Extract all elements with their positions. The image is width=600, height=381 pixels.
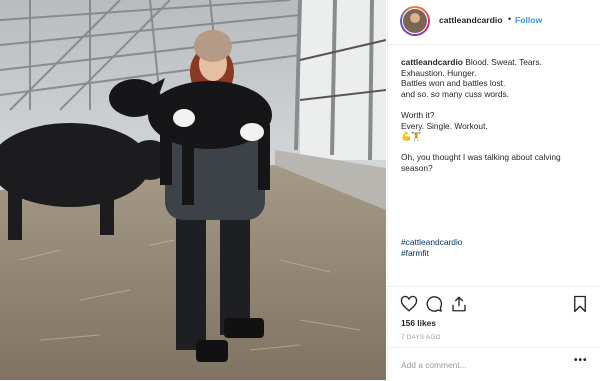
heart-icon[interactable] xyxy=(400,295,418,313)
caption-line: Worth it? xyxy=(401,109,435,120)
caption-line: Every. Single. Workout. xyxy=(401,120,488,131)
post-side-panel: cattleandcardio • Follow cattleandcardio… xyxy=(387,0,600,380)
follow-button[interactable]: Follow xyxy=(515,15,542,25)
hashtag-link[interactable]: #farmfit xyxy=(401,248,429,258)
bookmark-icon[interactable] xyxy=(571,295,589,313)
post-timestamp[interactable]: 7 DAYS AGO xyxy=(401,334,441,341)
likes-count[interactable]: 156 likes xyxy=(401,318,436,328)
comment-icon[interactable] xyxy=(425,295,443,313)
post-photo[interactable] xyxy=(0,0,386,380)
comment-input[interactable] xyxy=(401,358,561,372)
caption-emoji: 💪🏋 xyxy=(401,131,422,142)
avatar-story-ring[interactable] xyxy=(400,6,430,36)
share-icon[interactable] xyxy=(450,295,468,313)
post-caption: cattleandcardio Blood. Sweat. Tears. Exh… xyxy=(401,57,593,258)
caption-line: Exhaustion. Hunger. xyxy=(401,67,477,78)
caption-line: Battles won and battles lost. xyxy=(401,78,506,89)
caption-line: and so. so many cuss words. xyxy=(401,88,509,99)
comment-bar: ••• xyxy=(388,347,600,381)
avatar[interactable] xyxy=(402,8,428,34)
action-bar xyxy=(388,286,600,321)
caption-line: Blood. Sweat. Tears. xyxy=(465,57,542,67)
caption-username[interactable]: cattleandcardio xyxy=(401,57,463,67)
username-link[interactable]: cattleandcardio xyxy=(439,15,503,25)
caption-question: Oh, you thought I was talking about calv… xyxy=(401,152,561,173)
instagram-post: cattleandcardio • Follow cattleandcardio… xyxy=(0,0,600,380)
more-options-icon[interactable]: ••• xyxy=(574,355,588,366)
barn-photo-illustration xyxy=(0,0,386,380)
post-header: cattleandcardio • Follow xyxy=(388,0,600,45)
separator-dot: • xyxy=(508,14,512,24)
hashtag-link[interactable]: #cattleandcardio xyxy=(401,237,462,247)
